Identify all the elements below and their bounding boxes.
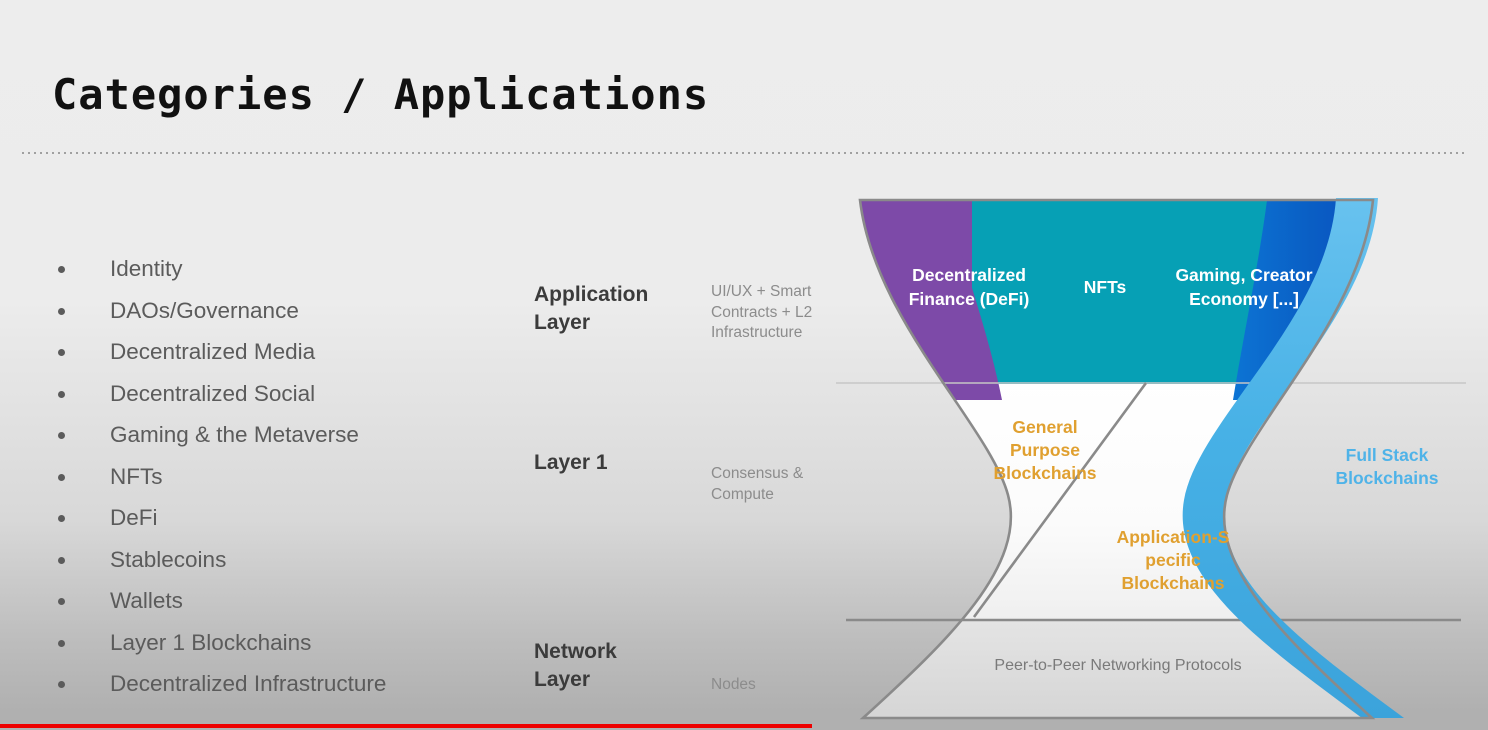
list-item: Wallets (52, 584, 512, 626)
bullet-dot-icon (58, 390, 65, 398)
list-item: Stablecoins (52, 543, 512, 585)
bullet-dot-icon (58, 307, 65, 315)
list-item: DAOs/Governance (52, 294, 512, 336)
bullet-dot-icon (58, 681, 65, 688)
bullet-dot-icon (58, 598, 65, 605)
list-item-label: Layer 1 Blockchains (110, 629, 312, 655)
list-item: Gaming & the Metaverse (52, 418, 512, 460)
list-item-label: Decentralized Infrastructure (110, 671, 387, 696)
bullet-dot-icon (58, 349, 65, 356)
bullet-dot-icon (58, 266, 65, 273)
list-item: Layer 1 Blockchains (52, 626, 512, 668)
list-item: Decentralized Infrastructure (52, 667, 512, 709)
band-nfts (972, 200, 1278, 384)
layer-name-line1: Layer 1 (534, 451, 608, 474)
title-divider (20, 152, 1468, 154)
list-item: Decentralized Social (52, 377, 512, 419)
list-item-label: Identity (110, 256, 183, 281)
list-item-label: Decentralized Media (110, 339, 316, 364)
bullet-dot-icon (58, 473, 65, 481)
list-item-label: NFTs (110, 463, 163, 489)
categories-list: Identity DAOs/Governance Decentralized M… (52, 252, 512, 709)
bullet-dot-icon (58, 556, 65, 564)
layer-name-line2: Layer (534, 311, 591, 334)
blockchain-stack-diagram (816, 170, 1488, 730)
list-item-label: Stablecoins (110, 546, 227, 572)
slide-canvas: Categories / Applications Identity DAOs/… (0, 0, 1488, 730)
bullet-dot-icon (58, 432, 65, 439)
bottom-red-bar (0, 724, 812, 728)
list-item-label: DAOs/Governance (110, 297, 299, 323)
list-item: Decentralized Media (52, 335, 512, 377)
list-item: NFTs (52, 460, 512, 502)
layer-name-line2: Layer (534, 668, 591, 691)
layer-name-line1: Application (534, 283, 649, 306)
bullet-dot-icon (58, 515, 65, 522)
list-item: DeFi (52, 501, 512, 543)
list-item-label: DeFi (110, 505, 158, 530)
list-item: Identity (52, 252, 512, 294)
layer-name-network: Network Layer (534, 638, 704, 694)
page-title: Categories / Applications (52, 70, 710, 119)
layer-name-line1: Network (534, 640, 617, 663)
list-item-label: Decentralized Social (110, 380, 316, 406)
list-item-label: Gaming & the Metaverse (110, 422, 359, 447)
layer-name-layer1: Layer 1 (534, 449, 704, 477)
list-item-label: Wallets (110, 588, 183, 613)
bullet-dot-icon (58, 639, 65, 647)
layer-name-application: Application Layer (534, 281, 704, 337)
